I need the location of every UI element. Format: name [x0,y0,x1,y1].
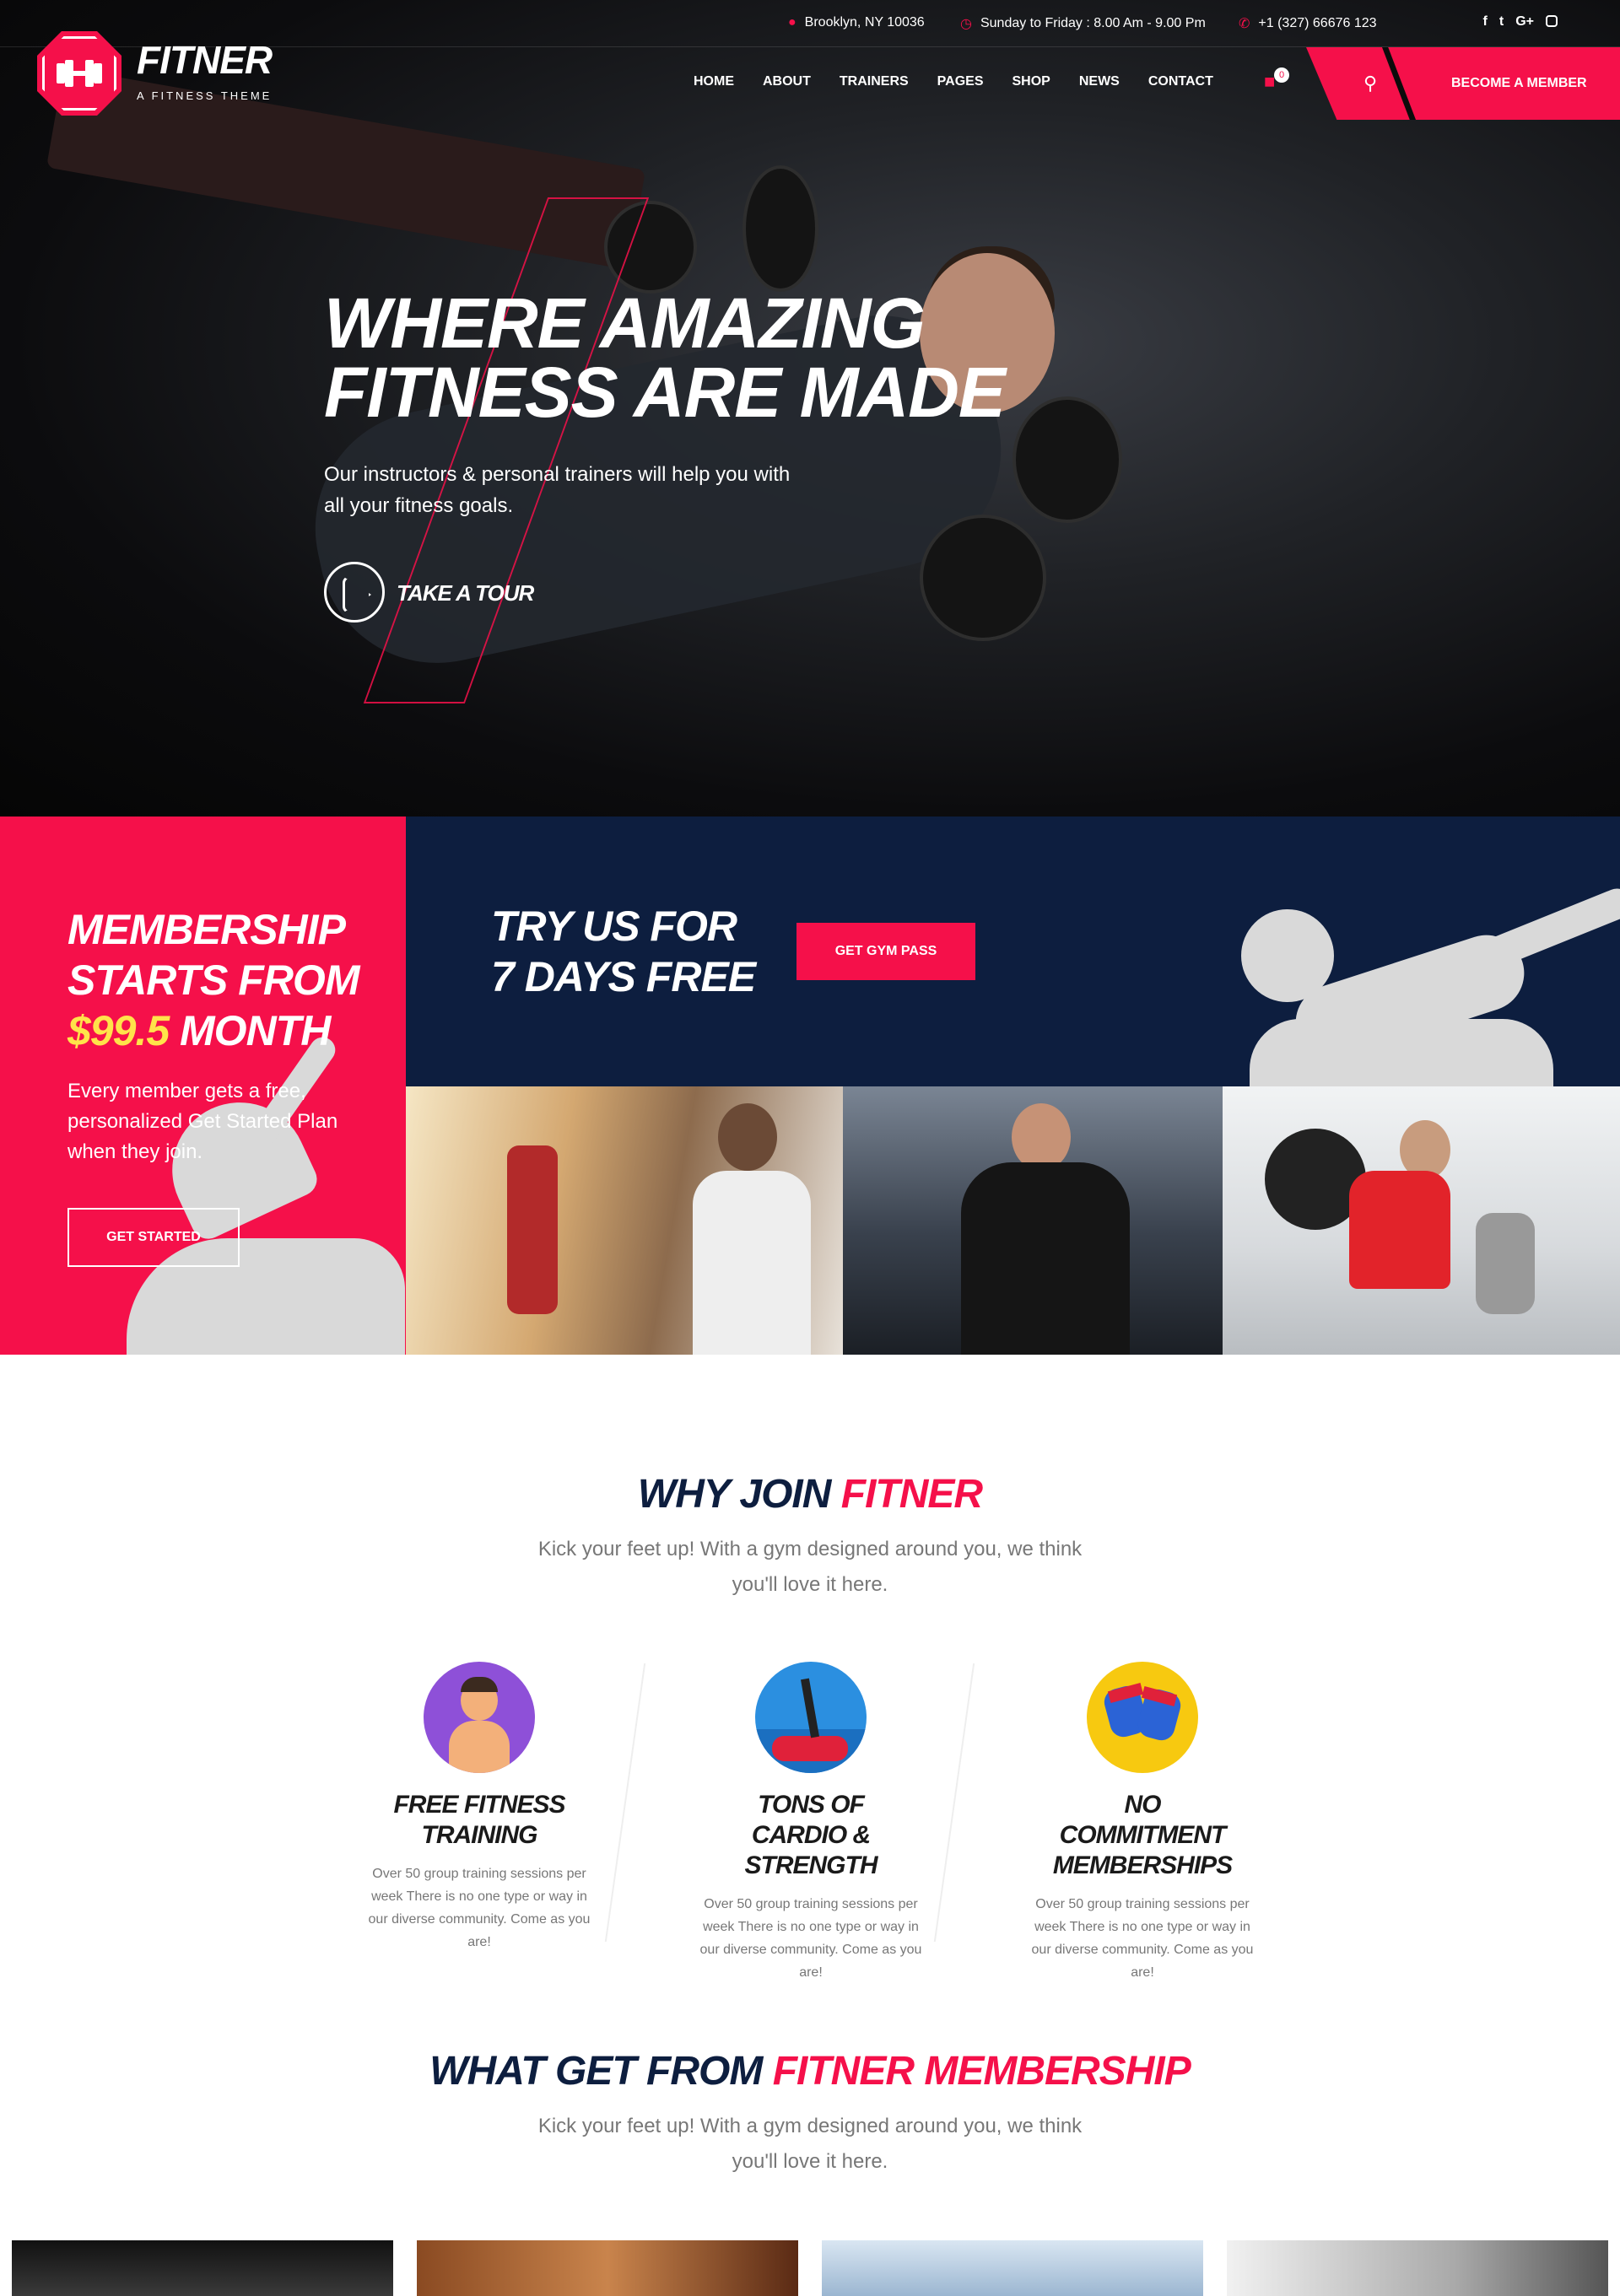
logo-badge[interactable] [37,31,122,116]
benefits-title: WHAT GET FROM FITNER MEMBERSHIP [0,2048,1620,2094]
membership-price: $99.5 [68,1007,170,1054]
why-join-title: WHY JOIN FITNER [0,1471,1620,1517]
membership-line2: STARTS FROM [68,957,359,1004]
why-join-subtitle: Kick your feet up! With a gym designed a… [537,1538,1083,1596]
feature-title: FREE FITNESS TRAINING [393,1791,565,1849]
phone-icon: ✆ [1239,17,1250,31]
weight-training-photo [843,1086,1223,1355]
hero-section: ● Brooklyn, NY 10036 ◷ Sunday to Friday … [0,0,1620,817]
hours-text: Sunday to Friday : 8.00 Am - 9.00 Pm [980,16,1206,30]
barbell-photo [1223,1086,1620,1355]
hero-subtitle: Our instructors & personal trainers will… [324,463,791,517]
get-started-button[interactable]: GET STARTED [68,1208,240,1267]
nav-news[interactable]: NEWS [1079,74,1120,89]
google-plus-icon[interactable]: G+ [1515,14,1534,30]
location-text: Brooklyn, NY 10036 [804,15,925,30]
feature-card: TONS OF CARDIO & STRENGTH Over 50 group … [659,1662,963,1984]
benefits-subtitle: Kick your feet up! With a gym designed a… [537,2115,1083,2173]
take-tour-link[interactable]: TAKE A TOUR [397,580,534,606]
nav-pages[interactable]: PAGES [937,74,984,89]
get-gym-pass-button[interactable]: GET GYM PASS [796,923,975,980]
trial-title: TRY US FOR 7 DAYS FREE [491,901,756,1002]
instagram-icon[interactable] [1546,15,1558,27]
benefit-card-image[interactable] [1227,2240,1608,2296]
become-member-button[interactable]: BECOME A MEMBER [1382,47,1620,120]
dumbbell-image [742,165,818,292]
benefits-title-b: FITNER MEMBERSHIP [772,2049,1191,2094]
hero-title-line1: WHERE AMAZING [324,283,926,363]
feature-title: NO COMMITMENT MEMBERSHIPS [1052,1791,1233,1879]
benefits-title-a: WHAT GET FROM [429,2049,763,2094]
membership-text: Every member gets a free, personalized G… [68,1080,338,1163]
nav-home[interactable]: HOME [694,74,734,89]
clock-icon: ◷ [960,17,972,31]
feature-title: TONS OF CARDIO & STRENGTH [744,1791,878,1879]
hours-info: ◷ Sunday to Friday : 8.00 Am - 9.00 Pm [960,15,1206,32]
why-title-a: WHY JOIN [637,1472,831,1517]
membership-period: MONTH [180,1007,331,1054]
boxing-gloves-icon [1087,1662,1198,1773]
benefit-card-image[interactable] [822,2240,1203,2296]
nav-contact[interactable]: CONTACT [1148,74,1213,89]
map-pin-icon: ● [788,15,796,30]
cardio-machine-icon [755,1662,867,1773]
location-info: ● Brooklyn, NY 10036 [788,15,925,30]
membership-title: MEMBERSHIP STARTS FROM $99.5 MONTH [68,904,359,1056]
phone-text[interactable]: +1 (327) 66676 123 [1258,16,1376,31]
feature-text: Over 50 group training sessions per week… [699,1897,922,1980]
cart-count-badge: 0 [1274,67,1289,83]
feature-text: Over 50 group training sessions per week… [1031,1897,1254,1980]
nav-trainers[interactable]: TRAINERS [840,74,909,89]
trial-line1: TRY US FOR [491,903,737,950]
brand-name[interactable]: FITNER [137,37,273,83]
feature-text: Over 50 group training sessions per week… [368,1867,591,1949]
situp-silhouette-legs [1453,884,1620,982]
feature-card: FREE FITNESS TRAINING Over 50 group trai… [327,1662,631,1954]
main-nav: HOME ABOUT TRAINERS PAGES SHOP NEWS CONT… [694,74,1213,89]
situp-silhouette-base [1250,1019,1553,1086]
benefit-card-image[interactable] [12,2240,393,2296]
boxing-photo [406,1086,843,1355]
trainer-icon [424,1662,535,1773]
feature-card: NO COMMITMENT MEMBERSHIPS Over 50 group … [991,1662,1294,1984]
hero-title-line2: FITNESS ARE MADE [324,353,1006,432]
brand-tagline: A FITNESS THEME [137,89,273,102]
trial-line2: 7 DAYS FREE [491,953,756,1000]
twitter-icon[interactable]: t [1499,14,1504,30]
play-icon[interactable] [324,562,385,623]
nav-about[interactable]: ABOUT [763,74,811,89]
why-title-b: FITNER [840,1472,983,1517]
dumbbell-image [920,515,1046,641]
membership-line1: MEMBERSHIP [68,906,346,953]
dumbbell-image [1012,396,1122,523]
social-links: f t G+ [1483,14,1558,30]
search-icon: ⚲ [1363,73,1378,94]
phone-info[interactable]: ✆ +1 (327) 66676 123 [1239,15,1377,32]
dumbbell-icon [57,60,102,87]
nav-shop[interactable]: SHOP [1012,74,1050,89]
benefit-card-image[interactable] [417,2240,798,2296]
facebook-icon[interactable]: f [1483,14,1488,30]
hero-title: WHERE AMAZING FITNESS ARE MADE [324,283,1006,432]
